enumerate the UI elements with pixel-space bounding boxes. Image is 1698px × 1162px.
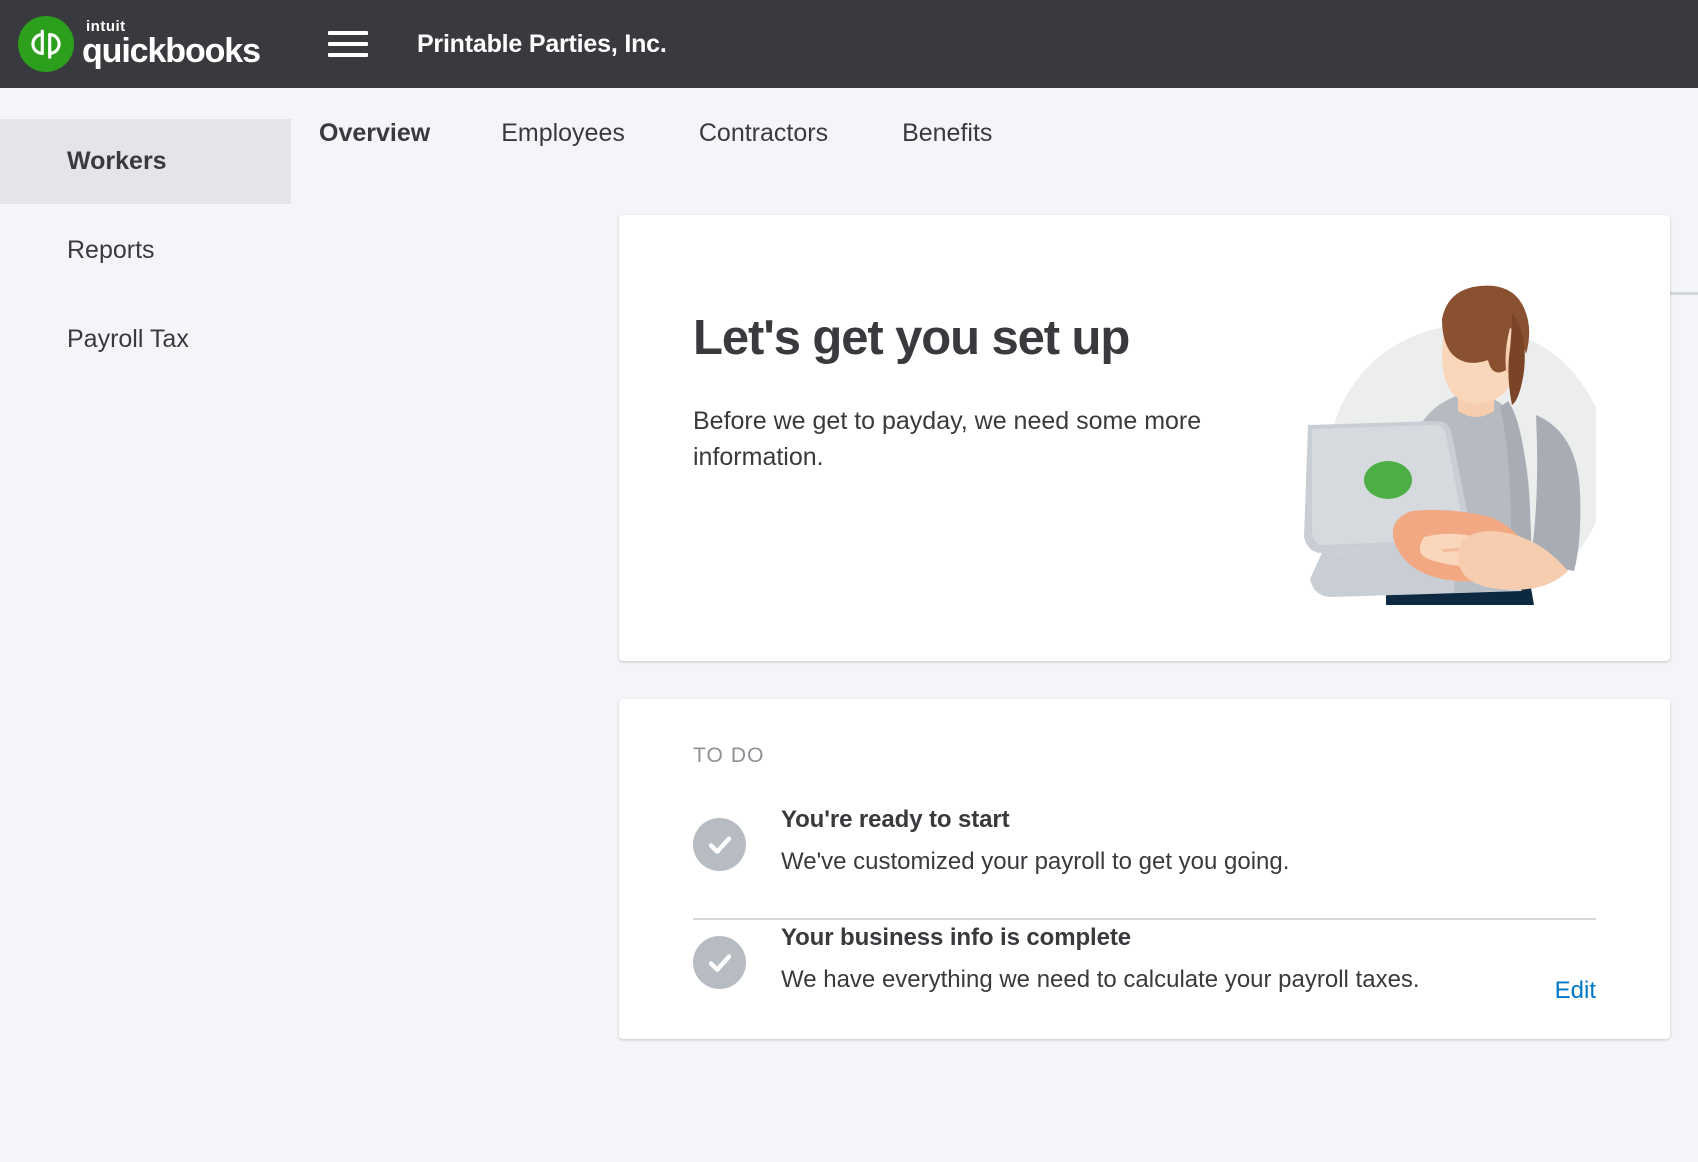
todo-section-label: TO DO — [693, 744, 765, 767]
tab-label: Contractors — [698, 118, 829, 147]
edit-business-info-link[interactable]: Edit — [1555, 920, 1596, 1005]
tab-contractors[interactable]: Contractors — [662, 119, 865, 148]
todo-item-description: We have everything we need to calculate … — [781, 966, 1420, 993]
left-sidebar-navigation: Workers Reports Payroll Tax — [0, 88, 291, 1162]
page-subtitle: Before we get to payday, we need some mo… — [693, 407, 1202, 471]
todo-list-item[interactable]: You're ready to start We've customized y… — [619, 802, 1670, 918]
todo-card: TO DO You're ready to start We've custom… — [619, 699, 1670, 1039]
company-name: Printable Parties, Inc. — [416, 29, 667, 58]
quickbooks-wordmark: quickbooks — [82, 31, 261, 70]
top-navigation-bar: intuit quickbooks Printable Parties, Inc… — [0, 0, 1698, 88]
sidebar-item-label: Reports — [67, 236, 155, 264]
tab-overview[interactable]: Overview — [319, 119, 464, 148]
intuit-wordmark: intuit — [86, 17, 126, 35]
tab-bar: Overview Employees Contractors Benefits — [291, 88, 1698, 178]
hamburger-menu-icon[interactable] — [327, 31, 368, 57]
sidebar-item-payroll-tax[interactable]: Payroll Tax — [0, 297, 291, 382]
sidebar-item-workers[interactable]: Workers — [0, 119, 291, 204]
sidebar-item-label: Payroll Tax — [67, 325, 189, 353]
tab-label: Employees — [501, 118, 625, 147]
tab-label: Benefits — [902, 118, 993, 147]
todo-list: You're ready to start We've customized y… — [619, 802, 1670, 1036]
app-body: Workers Reports Payroll Tax Overview Emp… — [0, 88, 1698, 1162]
todo-item-title: You're ready to start — [781, 806, 1010, 833]
check-circle-icon — [693, 936, 746, 989]
todo-item-description: We've customized your payroll to get you… — [781, 848, 1290, 875]
check-circle-icon — [693, 818, 746, 871]
setup-hero-card: Let's get you set up Before we get to pa… — [619, 215, 1670, 661]
todo-list-item[interactable]: Your business info is complete We have e… — [619, 920, 1670, 1036]
person-with-laptop-illustration — [1236, 275, 1608, 605]
page-title: Let's get you set up — [693, 311, 1130, 365]
tab-employees[interactable]: Employees — [464, 119, 662, 148]
main-content-area: Overview Employees Contractors Benefits … — [291, 88, 1698, 1162]
tab-label: Overview — [319, 118, 431, 147]
quickbooks-qb-logo-icon — [18, 16, 74, 72]
sidebar-item-reports[interactable]: Reports — [0, 208, 291, 293]
sidebar-item-label: Workers — [67, 147, 167, 175]
tab-benefits[interactable]: Benefits — [865, 119, 1029, 148]
quickbooks-logo[interactable]: intuit quickbooks — [18, 14, 261, 74]
todo-item-title: Your business info is complete — [781, 924, 1131, 951]
